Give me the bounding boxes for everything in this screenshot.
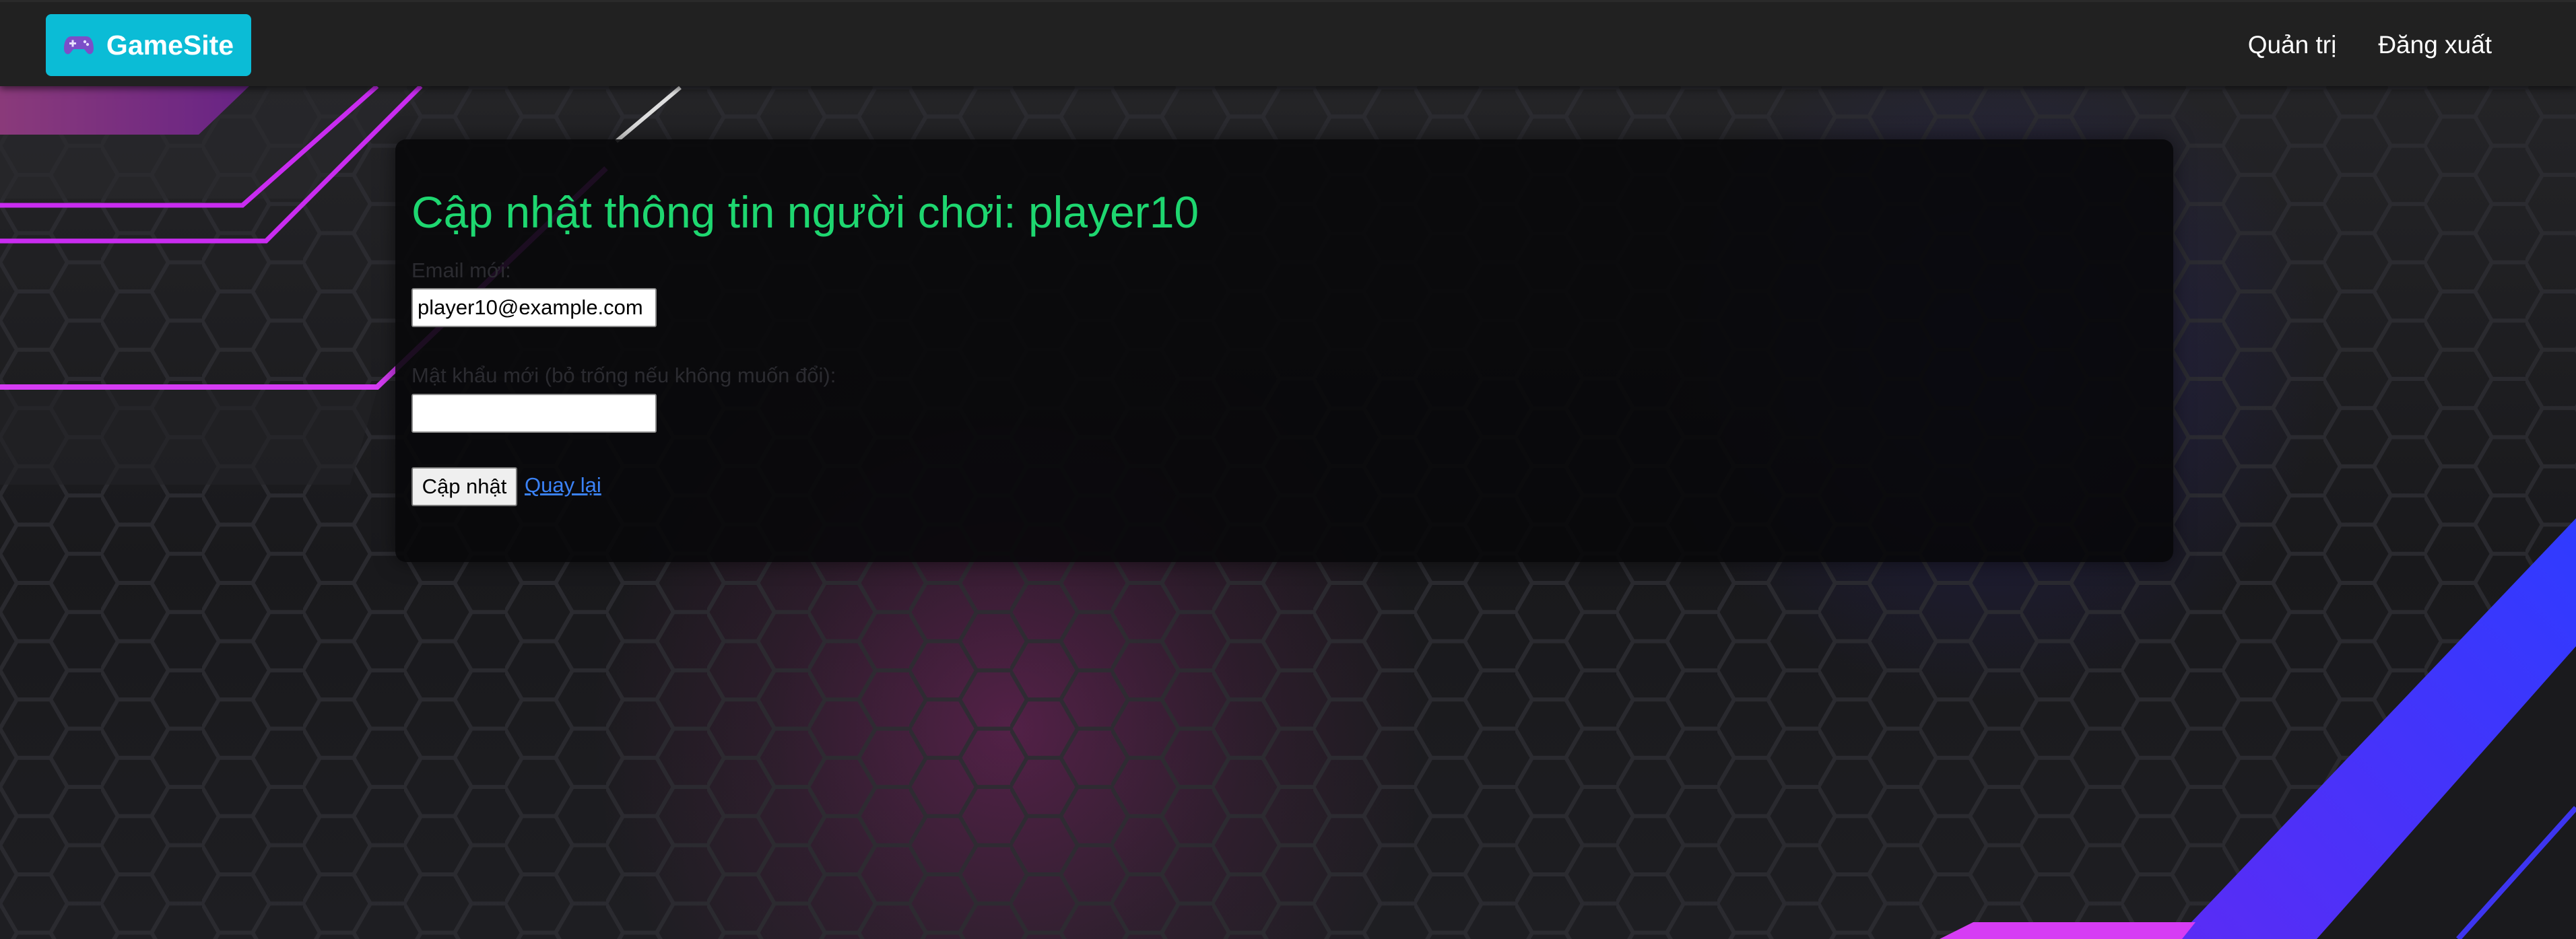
nav-link-admin[interactable]: Quản trị — [2248, 31, 2337, 59]
update-button[interactable]: Cập nhật — [411, 467, 517, 506]
nav-links: Quản trị Đăng xuất — [2248, 2, 2492, 88]
password-label: Mật khẩu mới (bỏ trống nếu không muốn đổ… — [411, 363, 836, 387]
brand-button[interactable]: GameSite — [46, 14, 251, 76]
password-field[interactable] — [411, 394, 657, 433]
email-field[interactable] — [411, 288, 657, 327]
update-player-card: Cập nhật thông tin người chơi: player10 … — [395, 139, 2173, 562]
brand-label: GameSite — [106, 29, 234, 61]
nav-link-logout[interactable]: Đăng xuất — [2378, 31, 2492, 59]
gamepad-icon — [63, 36, 94, 55]
email-label: Email mới: — [411, 258, 511, 282]
page-title: Cập nhật thông tin người chơi: player10 — [411, 187, 1199, 237]
back-link[interactable]: Quay lại — [525, 473, 601, 497]
top-navbar: GameSite Quản trị Đăng xuất — [0, 0, 2576, 86]
